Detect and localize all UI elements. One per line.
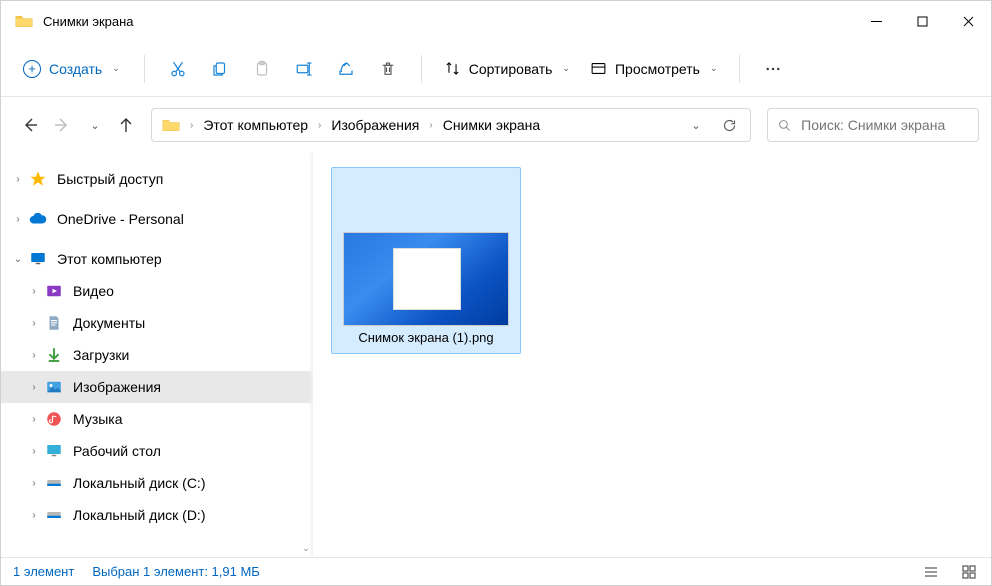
icons-view-button[interactable]	[959, 562, 979, 582]
create-label: Создать	[49, 61, 102, 77]
paste-button[interactable]	[243, 50, 281, 88]
chevron-down-icon: ⌄	[112, 63, 120, 74]
maximize-button[interactable]	[899, 1, 945, 41]
video-icon	[45, 282, 63, 300]
sidebar-item-onedrive[interactable]: ›OneDrive - Personal	[1, 203, 313, 235]
details-view-button[interactable]	[921, 562, 941, 582]
view-icon	[590, 60, 607, 77]
breadcrumb[interactable]: Снимки экрана	[439, 115, 544, 135]
chevron-down-icon: ⌄	[562, 63, 570, 74]
sidebar-item-disk-d[interactable]: ›Локальный диск (D:)	[1, 499, 313, 531]
sort-icon	[444, 60, 461, 77]
search-box[interactable]	[767, 108, 979, 142]
copy-button[interactable]	[201, 50, 239, 88]
folder-icon	[162, 118, 180, 132]
breadcrumb[interactable]: Этот компьютер	[199, 115, 312, 135]
sidebar-item-music[interactable]: ›Музыка	[1, 403, 313, 435]
chevron-right-icon[interactable]: ›	[427, 120, 434, 131]
status-count: 1 элемент	[13, 564, 74, 579]
address-bar[interactable]: › Этот компьютер › Изображения › Снимки …	[151, 108, 751, 142]
up-button[interactable]	[117, 116, 135, 134]
disk-icon	[45, 506, 63, 524]
plus-icon: +	[23, 60, 41, 78]
window-title: Снимки экрана	[43, 14, 853, 29]
monitor-icon	[29, 250, 47, 268]
scroll-down-button[interactable]: ⌄	[299, 540, 313, 557]
sidebar-item-desktop[interactable]: ›Рабочий стол	[1, 435, 313, 467]
create-button[interactable]: + Создать ⌄	[13, 54, 130, 84]
sidebar-item-documents[interactable]: ›Документы	[1, 307, 313, 339]
chevron-right-icon[interactable]: ›	[316, 120, 323, 131]
image-icon	[45, 378, 63, 396]
sidebar-item-downloads[interactable]: ›Загрузки	[1, 339, 313, 371]
history-dropdown[interactable]: ⌄	[680, 119, 710, 132]
recent-button[interactable]: ⌄	[85, 116, 103, 134]
sidebar-item-videos[interactable]: ›Видео	[1, 275, 313, 307]
download-icon	[45, 346, 63, 364]
refresh-button[interactable]	[714, 118, 744, 133]
file-view[interactable]: Снимок экрана (1).png	[313, 153, 991, 557]
forward-button[interactable]	[53, 116, 71, 134]
sidebar-item-disk-c[interactable]: ›Локальный диск (C:)	[1, 467, 313, 499]
sidebar-item-quick-access[interactable]: ›Быстрый доступ	[1, 163, 313, 195]
sort-button[interactable]: Сортировать ⌄	[436, 54, 578, 83]
disk-icon	[45, 474, 63, 492]
search-input[interactable]	[801, 117, 968, 133]
cloud-icon	[29, 210, 47, 228]
view-label: Просмотреть	[615, 61, 700, 77]
sidebar-item-pictures[interactable]: ›Изображения	[1, 371, 313, 403]
star-icon	[29, 170, 47, 188]
file-thumbnail	[341, 172, 511, 326]
search-icon	[778, 118, 791, 133]
document-icon	[45, 314, 63, 332]
status-selection: Выбран 1 элемент: 1,91 МБ	[92, 564, 260, 579]
close-button[interactable]	[945, 1, 991, 41]
share-button[interactable]	[327, 50, 365, 88]
back-button[interactable]	[21, 116, 39, 134]
chevron-right-icon[interactable]: ›	[188, 120, 195, 131]
music-icon	[45, 410, 63, 428]
minimize-button[interactable]	[853, 1, 899, 41]
delete-button[interactable]	[369, 50, 407, 88]
desktop-icon	[45, 442, 63, 460]
rename-button[interactable]	[285, 50, 323, 88]
sidebar-item-this-pc[interactable]: ⌄Этот компьютер	[1, 243, 313, 275]
folder-icon	[15, 14, 33, 28]
toolbar: + Создать ⌄ Сортировать ⌄ Просмотреть ⌄	[1, 41, 991, 97]
breadcrumb[interactable]: Изображения	[327, 115, 423, 135]
chevron-down-icon: ⌄	[710, 63, 718, 74]
view-button[interactable]: Просмотреть ⌄	[582, 54, 726, 83]
status-bar: 1 элемент Выбран 1 элемент: 1,91 МБ	[1, 557, 991, 585]
file-item[interactable]: Снимок экрана (1).png	[331, 167, 521, 354]
sort-label: Сортировать	[469, 61, 553, 77]
nav-tree: ›Быстрый доступ ›OneDrive - Personal ⌄Эт…	[1, 153, 313, 557]
file-name: Снимок экрана (1).png	[336, 328, 516, 349]
more-button[interactable]	[754, 50, 792, 88]
cut-button[interactable]	[159, 50, 197, 88]
